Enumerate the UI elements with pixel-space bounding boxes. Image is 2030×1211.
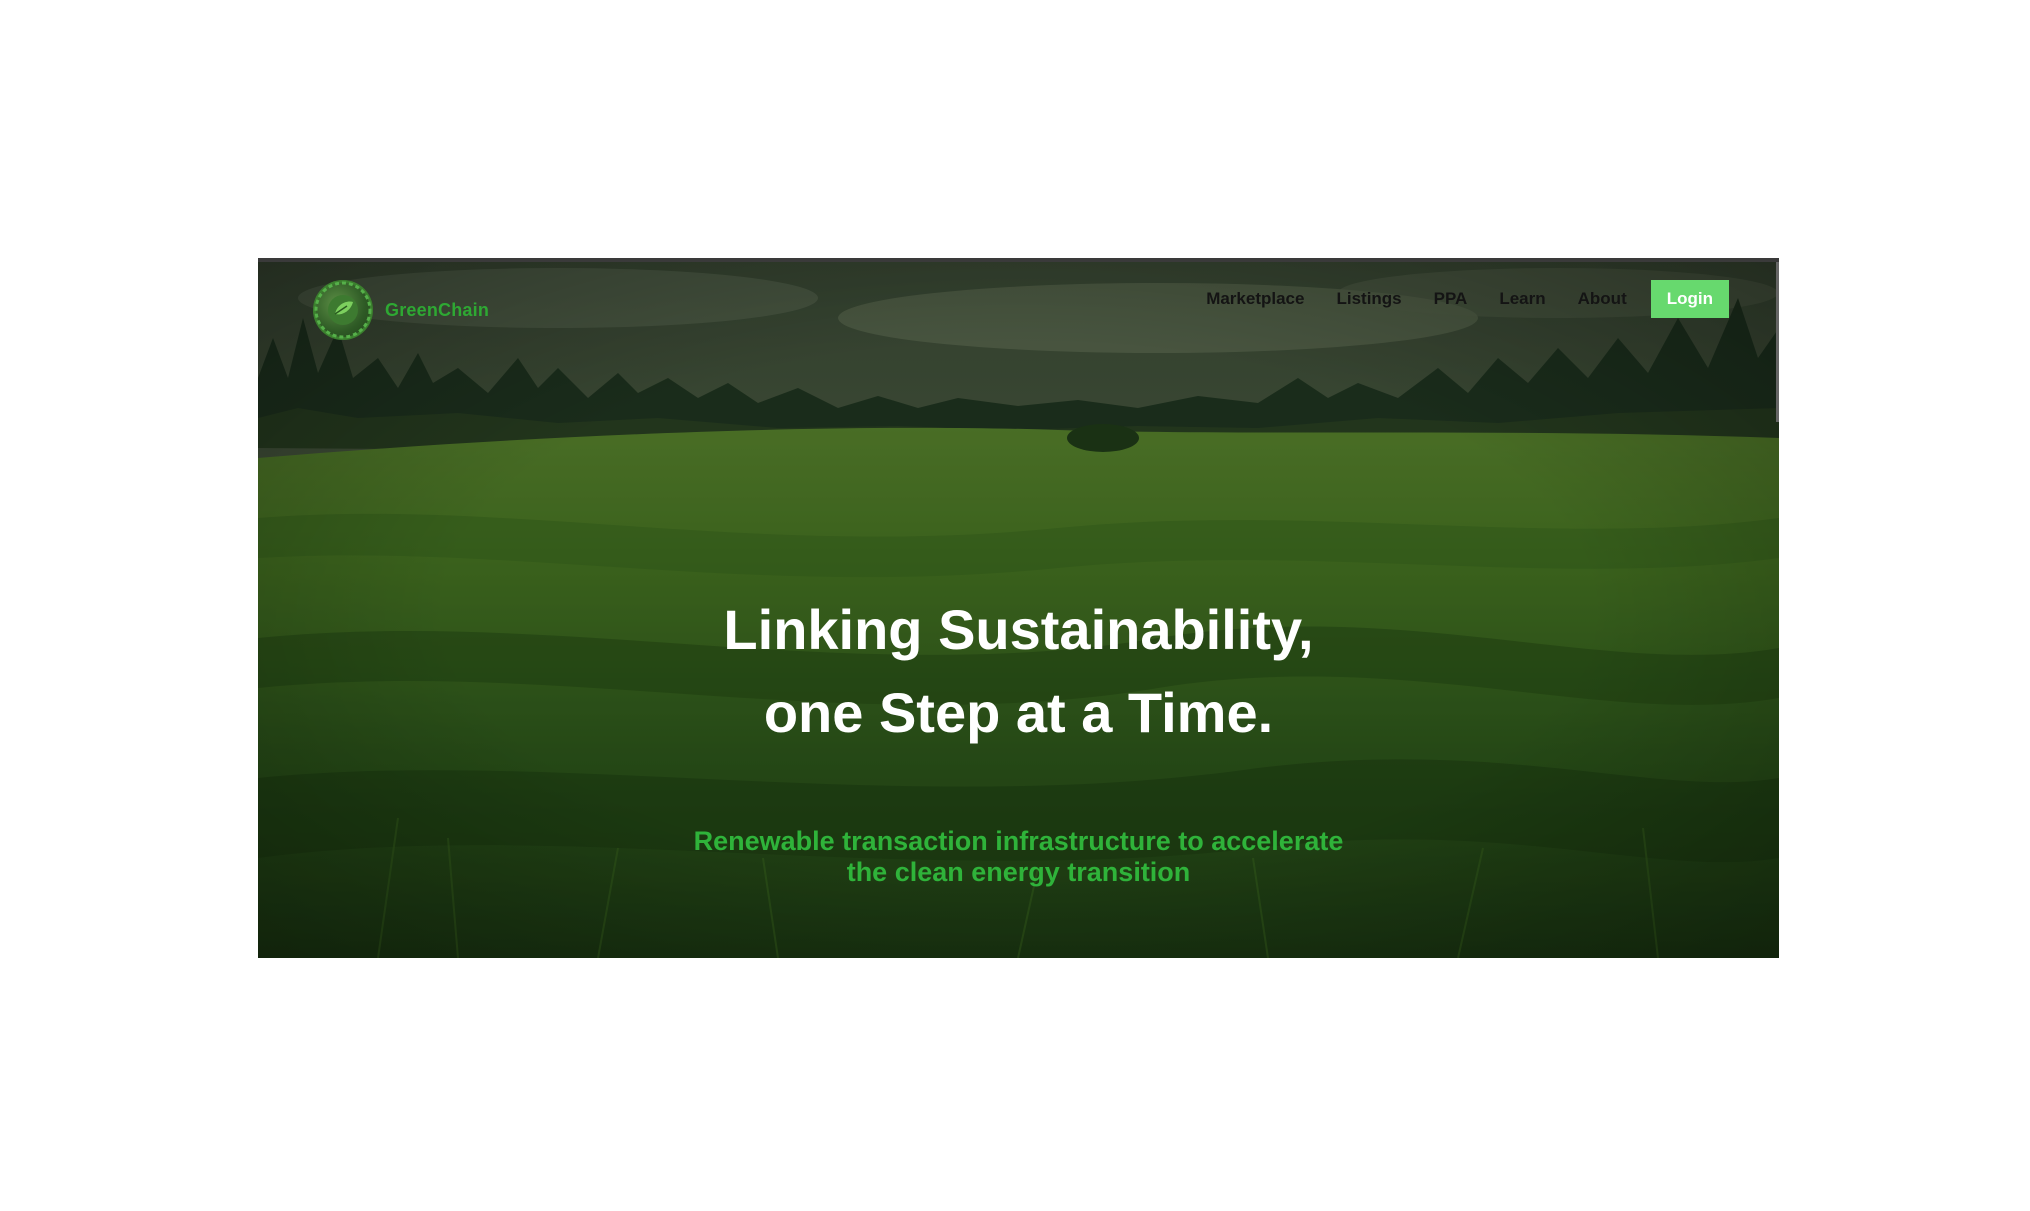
globe-leaf-icon — [313, 280, 373, 340]
nav-link-marketplace[interactable]: Marketplace — [1206, 289, 1304, 309]
nav-link-listings[interactable]: Listings — [1336, 289, 1401, 309]
login-button[interactable]: Login — [1650, 280, 1729, 318]
scrollbar[interactable] — [1776, 262, 1779, 422]
brand-name: GreenChain — [385, 299, 490, 320]
subheadline-line-1: Renewable transaction infrastructure to … — [693, 826, 1344, 856]
brand-logo[interactable]: GreenChain — [313, 280, 489, 340]
hero-section: GreenChain Marketplace Listings PPA Lear… — [258, 258, 1779, 958]
main-nav: Marketplace Listings PPA Learn About Log… — [1174, 280, 1729, 318]
headline-line-2: one Step at a Time. — [763, 681, 1274, 744]
headline-line-1: Linking Sustainability, — [723, 598, 1314, 661]
nav-link-about[interactable]: About — [1578, 289, 1627, 309]
hero-headline: Linking Sustainability, one Step at a Ti… — [258, 588, 1779, 754]
nav-link-learn[interactable]: Learn — [1499, 289, 1545, 309]
nav-link-ppa[interactable]: PPA — [1434, 289, 1468, 309]
subheadline-line-2: the clean energy transition — [846, 857, 1191, 887]
hero-subheadline: Renewable transaction infrastructure to … — [258, 826, 1779, 888]
window-top-border — [258, 258, 1779, 262]
